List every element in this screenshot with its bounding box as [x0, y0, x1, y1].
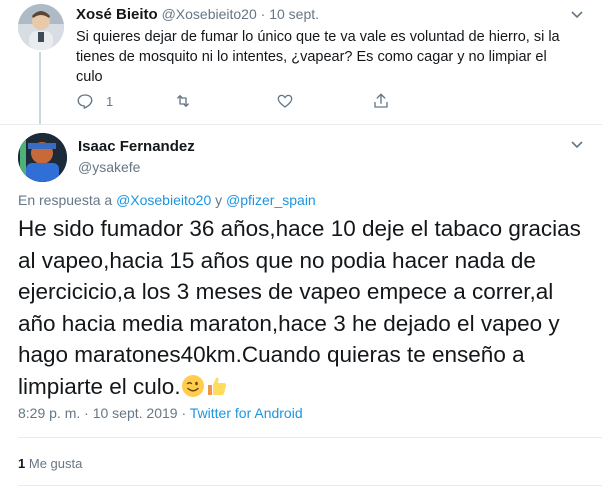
divider: [18, 437, 602, 438]
tweet-date[interactable]: 10 sept. 2019: [93, 405, 178, 421]
chevron-down-icon[interactable]: [570, 138, 584, 152]
reply-button[interactable]: 1: [76, 92, 113, 110]
separator: ·: [260, 6, 266, 22]
heart-icon: [277, 94, 293, 108]
thread-connector: [39, 52, 41, 124]
share-icon: [374, 93, 388, 108]
mention-link-xosebieito20[interactable]: @Xosebieito20: [116, 192, 211, 208]
parent-tweet[interactable]: Xosé Bieito @Xosebieito20 · 10 sept. Si …: [0, 0, 602, 125]
reply-and: y: [215, 192, 223, 208]
author-handle[interactable]: @ysakefe: [78, 159, 140, 175]
chevron-down-icon[interactable]: [570, 8, 584, 22]
winking-face-emoji: [181, 374, 204, 397]
tweet-time[interactable]: 8:29 p. m.: [18, 405, 80, 421]
avatar-xose[interactable]: [18, 4, 64, 50]
author-handle[interactable]: @Xosebieito20: [162, 6, 257, 22]
tweet-header: Xosé Bieito @Xosebieito20 · 10 sept.: [76, 6, 319, 23]
tweet-text: Si quieres dejar de fumar lo único que t…: [76, 29, 560, 85]
reply-icon: [77, 94, 93, 109]
likes-summary[interactable]: 1 Me gusta: [18, 456, 82, 471]
reply-count: 1: [106, 93, 114, 109]
retweet-icon: [177, 95, 189, 107]
thumbs-up-emoji: [207, 377, 226, 395]
tweet-actions: 1: [76, 92, 406, 112]
reply-prefix: En respuesta a: [18, 192, 113, 208]
tweet-text-container: He sido fumador 36 años,hace 10 deje el …: [18, 213, 588, 402]
retweet-button[interactable]: [174, 92, 204, 110]
likes-label: Me gusta: [28, 456, 83, 471]
separator: ·: [181, 405, 187, 421]
author-name[interactable]: Xosé Bieito: [76, 6, 158, 23]
share-button[interactable]: [372, 92, 390, 110]
likes-count: 1: [18, 456, 26, 471]
tweet-source-link[interactable]: Twitter for Android: [190, 405, 303, 421]
tweet-date[interactable]: 10 sept.: [269, 6, 319, 22]
separator: ·: [84, 405, 89, 421]
tweet-text: He sido fumador 36 años,hace 10 deje el …: [18, 216, 581, 399]
author-name[interactable]: Isaac Fernandez: [78, 138, 195, 155]
mention-link-pfizer-spain[interactable]: @pfizer_spain: [226, 192, 316, 208]
avatar-isaac[interactable]: [18, 133, 67, 182]
tweet-meta: 8:29 p. m. · 10 sept. 2019 · Twitter for…: [18, 405, 303, 421]
like-button[interactable]: [276, 92, 306, 110]
reply-context: En respuesta a @Xosebieito20 y @pfizer_s…: [18, 192, 316, 208]
